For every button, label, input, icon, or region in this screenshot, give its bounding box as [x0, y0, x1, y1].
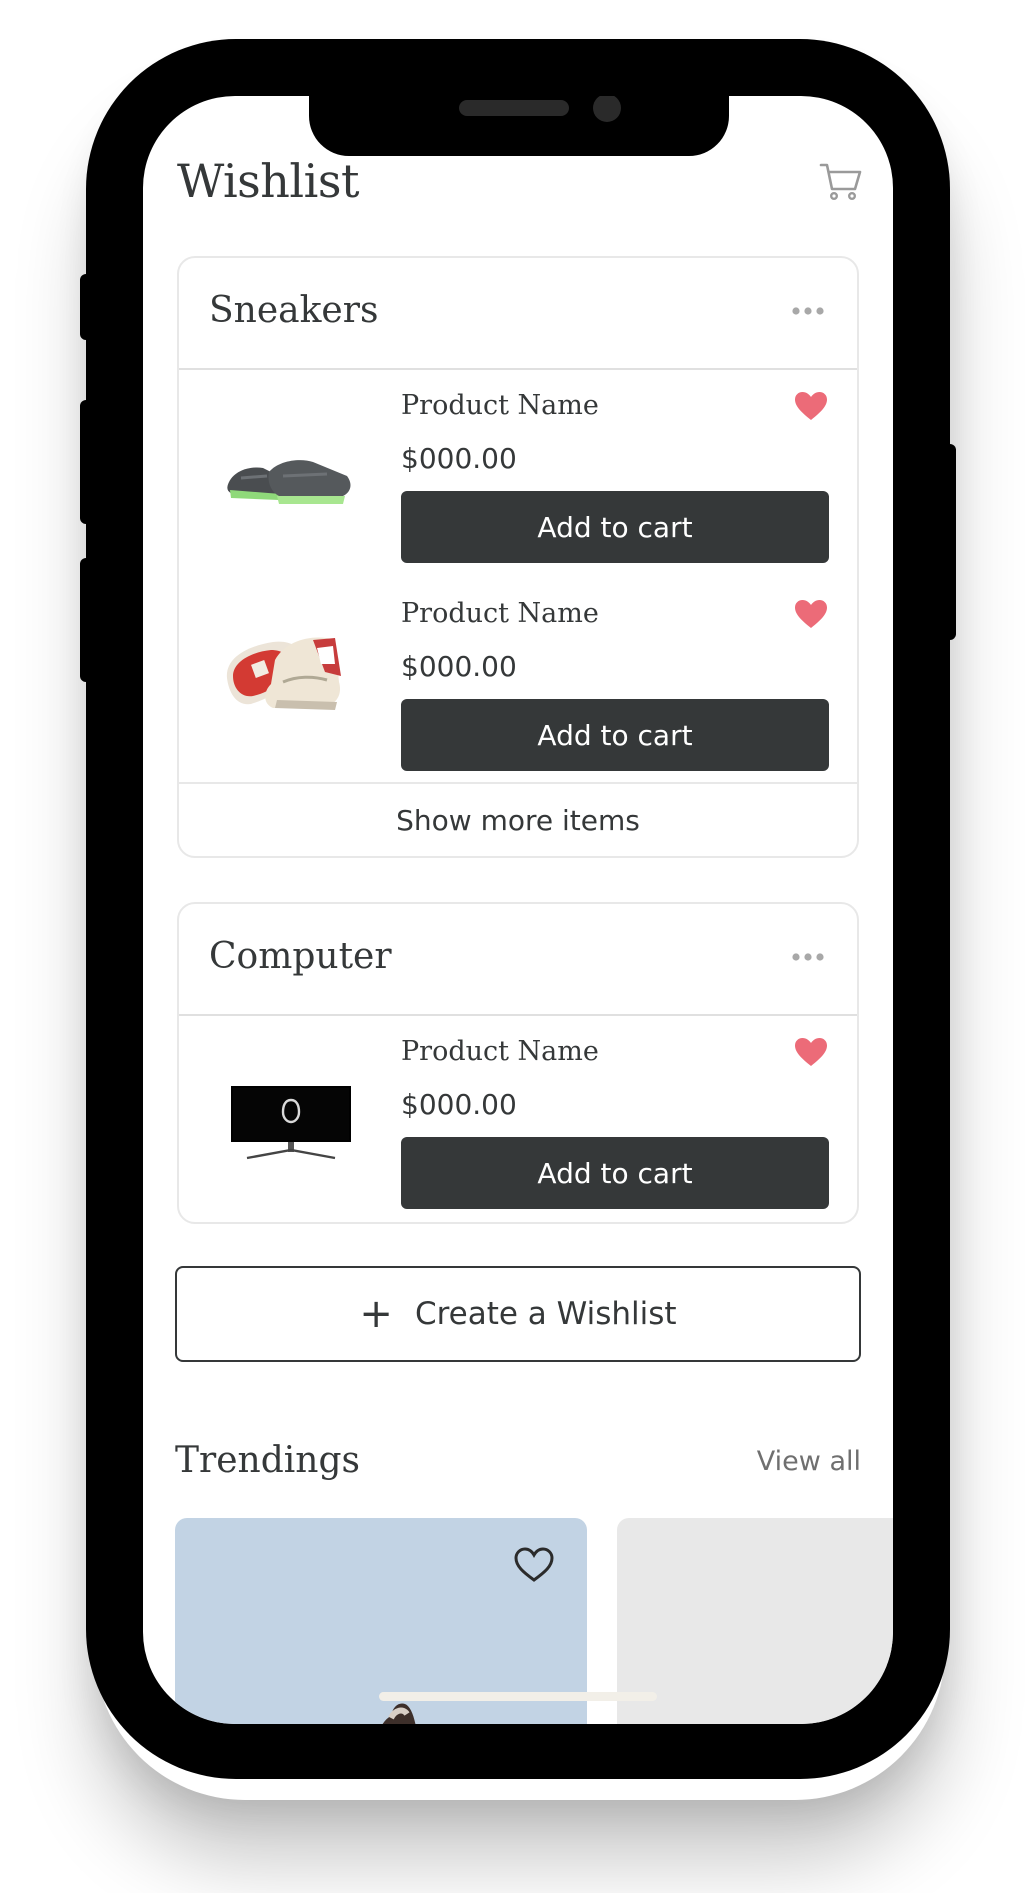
trending-title: Trendings — [175, 1440, 360, 1481]
list-item: Product Name $000.00 Add to cart — [179, 578, 857, 782]
front-camera — [593, 96, 621, 122]
heart-outline-icon[interactable] — [513, 1546, 555, 1584]
plus-icon: + — [359, 1291, 393, 1337]
sneaker-high-top-red — [226, 637, 341, 710]
curved-monitor — [231, 1086, 351, 1160]
show-more-items-button[interactable]: Show more items — [179, 782, 857, 856]
home-indicator — [379, 1692, 657, 1701]
list-item: Product Name $000.00 Add to cart — [179, 370, 857, 578]
product-name[interactable]: Product Name — [401, 598, 599, 629]
trending-card[interactable] — [617, 1518, 893, 1724]
view-all-link[interactable]: View all — [757, 1446, 861, 1477]
heart-filled-icon[interactable] — [793, 1036, 829, 1068]
volume-down-button — [80, 558, 96, 682]
product-price: $000.00 — [401, 1088, 517, 1121]
wishlist-title: Sneakers — [209, 290, 379, 331]
product-name[interactable]: Product Name — [401, 1036, 599, 1067]
create-wishlist-label: Create a Wishlist — [414, 1296, 677, 1332]
add-to-cart-button[interactable]: Add to cart — [401, 1137, 829, 1209]
wishlist-header: Computer — [179, 904, 857, 1016]
notch — [309, 96, 729, 156]
power-button — [940, 444, 956, 640]
screen: Wishlist Sneakers Product Name $000.00 A… — [143, 96, 893, 1724]
sneaker-pair-grey — [227, 460, 351, 504]
wishlist-card-computer: Computer Product Name $000.00 Add to car… — [177, 902, 859, 1224]
product-price: $000.00 — [401, 442, 517, 475]
product-price: $000.00 — [401, 650, 517, 683]
mute-switch — [80, 274, 96, 340]
wishlist-header: Sneakers — [179, 258, 857, 370]
page-title: Wishlist — [177, 154, 359, 208]
volume-up-button — [80, 400, 96, 524]
create-wishlist-button[interactable]: + Create a Wishlist — [175, 1266, 861, 1362]
add-to-cart-button[interactable]: Add to cart — [401, 699, 829, 771]
product-name[interactable]: Product Name — [401, 390, 599, 421]
heart-filled-icon[interactable] — [793, 598, 829, 630]
add-to-cart-button[interactable]: Add to cart — [401, 491, 829, 563]
wishlist-title: Computer — [209, 936, 392, 977]
list-item: Product Name $000.00 Add to cart — [179, 1016, 857, 1224]
wishlist-card-sneakers: Sneakers Product Name $000.00 Add to car… — [177, 256, 859, 858]
more-options-icon[interactable] — [791, 952, 825, 962]
speaker-grille — [459, 100, 569, 116]
more-options-icon[interactable] — [791, 306, 825, 316]
cart-icon[interactable] — [819, 162, 863, 202]
heart-filled-icon[interactable] — [793, 390, 829, 422]
